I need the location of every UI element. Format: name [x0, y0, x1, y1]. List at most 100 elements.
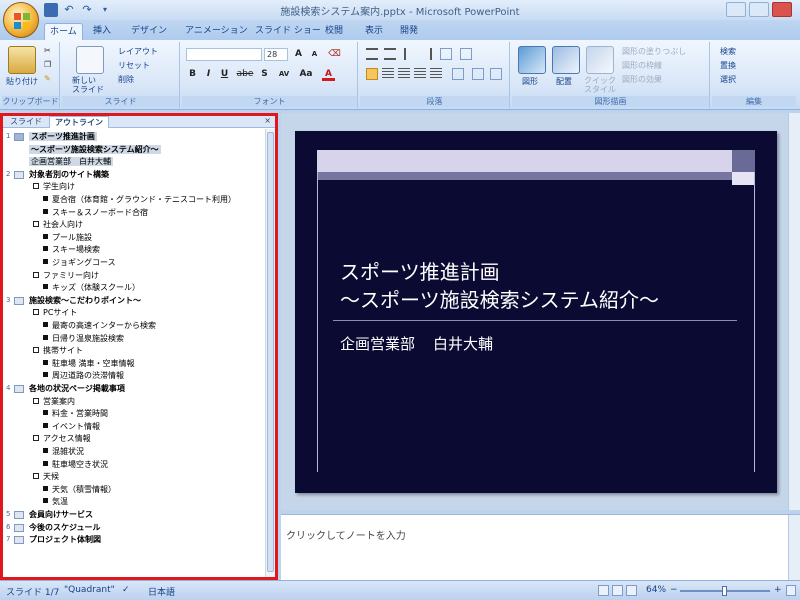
- outline-bullet-l2[interactable]: 駐車場空き状況: [43, 459, 108, 471]
- numbering-icon[interactable]: [384, 48, 396, 60]
- shapes-label[interactable]: 図形: [522, 76, 538, 87]
- slide-canvas[interactable]: スポーツ推進計画 ～スポーツ施設検索システム紹介～ 企画営業部 白井大輔: [295, 131, 777, 493]
- outline-slide-title[interactable]: 施設検索～こだわりポイント～: [29, 295, 141, 307]
- shape-outline-button[interactable]: 図形の枠線: [622, 60, 662, 71]
- tab-developer[interactable]: 開発: [395, 23, 423, 40]
- status-language[interactable]: 日本語: [148, 585, 175, 598]
- bold-button[interactable]: B: [186, 68, 199, 81]
- change-case-button[interactable]: Aa: [298, 68, 314, 81]
- shrink-font-button[interactable]: A: [308, 48, 321, 61]
- outline-slide-icon[interactable]: [14, 170, 24, 179]
- smartart-icon[interactable]: [490, 68, 502, 80]
- new-slide-label[interactable]: 新しい スライド: [72, 76, 104, 94]
- outline-slide-title[interactable]: プロジェクト体制図: [29, 534, 101, 546]
- zoom-level[interactable]: 64%: [646, 585, 666, 595]
- delete-button[interactable]: 削除: [118, 74, 134, 85]
- outline-slide-icon[interactable]: [14, 523, 24, 532]
- clear-format-icon[interactable]: ⌫: [328, 48, 341, 61]
- align-center-icon[interactable]: [382, 68, 394, 80]
- slideshow-view-button[interactable]: [626, 585, 637, 596]
- outline-slide-title[interactable]: 各地の状況ページ掲載事項: [29, 383, 125, 395]
- outline-slide-icon[interactable]: [14, 296, 24, 305]
- outline-bullet-l2[interactable]: 料金・営業時間: [43, 408, 108, 420]
- outline-bullet-l1[interactable]: 携帯サイト: [33, 345, 83, 357]
- bullets-icon[interactable]: [366, 48, 378, 60]
- text-direction-icon[interactable]: [452, 68, 464, 80]
- copy-icon[interactable]: ❐: [44, 60, 51, 69]
- outline-bullet-l1[interactable]: 社会人向け: [33, 219, 83, 231]
- outline-bullet-l2[interactable]: 最寄の高速インターから検索: [43, 320, 156, 332]
- outline-slide-icon[interactable]: [14, 133, 24, 141]
- shape-effects-button[interactable]: 図形の効果: [622, 74, 662, 85]
- close-panel-icon[interactable]: ×: [264, 116, 271, 125]
- outline-bullet-l1[interactable]: 営業案内: [33, 396, 75, 408]
- normal-view-button[interactable]: [598, 585, 609, 596]
- underline-button[interactable]: U: [218, 68, 231, 81]
- outline-slide-title[interactable]: スポーツ推進計画: [29, 131, 97, 143]
- justify-icon[interactable]: [414, 68, 426, 80]
- quick-styles-icon[interactable]: [586, 46, 614, 74]
- outline-bullet-l2[interactable]: 駐車場 満車・空車情報: [43, 358, 135, 370]
- tab-insert[interactable]: 挿入: [88, 23, 116, 40]
- outline-bullet-l2[interactable]: キッズ（体験スクール）: [43, 282, 140, 294]
- outline-bullet-l2[interactable]: スキー＆スノーボード合宿: [43, 207, 148, 219]
- outline-bullet-l2[interactable]: 日帰り温泉施設検索: [43, 333, 124, 345]
- font-color-button[interactable]: A: [322, 68, 335, 81]
- align-right-icon[interactable]: [398, 68, 410, 80]
- outline-slide-title[interactable]: 会員向けサービス: [29, 509, 93, 521]
- tab-view[interactable]: 表示: [360, 23, 388, 40]
- tab-slideshow[interactable]: スライド ショー: [250, 23, 326, 40]
- outline-slide-title[interactable]: 対象者別のサイト構築: [29, 169, 109, 181]
- outline-subtitle[interactable]: 企画営業部 白井大輔: [29, 156, 113, 168]
- line-spacing-icon[interactable]: [440, 48, 452, 60]
- outline-slide-icon[interactable]: [14, 536, 24, 545]
- cut-icon[interactable]: ✂: [44, 46, 51, 55]
- outline-slide-icon[interactable]: [14, 385, 24, 393]
- increase-indent-icon[interactable]: [420, 48, 432, 60]
- notes-pane[interactable]: クリックしてノートを入力: [281, 514, 800, 581]
- office-button[interactable]: [3, 2, 39, 38]
- reset-button[interactable]: リセット: [118, 60, 150, 71]
- shapes-icon[interactable]: [518, 46, 546, 74]
- distributed-icon[interactable]: [430, 68, 442, 80]
- outline-slide-icon[interactable]: [14, 511, 24, 519]
- zoom-out-button[interactable]: −: [670, 585, 678, 595]
- outline-list[interactable]: 1 スポーツ推進計画 ～スポーツ施設検索システム紹介～ 企画営業部 白井大輔 2 対象者別…: [3, 129, 265, 577]
- strikethrough-button[interactable]: abe: [236, 68, 254, 81]
- outline-bullet-l2[interactable]: 周辺道路の渋滞情報: [43, 370, 124, 382]
- outline-bullet-l2[interactable]: イベント情報: [43, 421, 100, 433]
- minimize-button[interactable]: [726, 2, 746, 17]
- columns-icon[interactable]: [460, 48, 472, 60]
- zoom-in-button[interactable]: +: [774, 585, 782, 595]
- outline-bullet-l2[interactable]: スキー場検索: [43, 244, 100, 256]
- outline-bullet-l2[interactable]: 気温: [43, 496, 68, 508]
- grow-font-button[interactable]: A: [292, 48, 305, 61]
- slide-scrollbar[interactable]: [788, 113, 800, 510]
- tab-home[interactable]: ホーム: [44, 23, 83, 40]
- format-painter-icon[interactable]: ✎: [44, 74, 51, 83]
- select-button[interactable]: 選択: [720, 74, 736, 85]
- tab-review[interactable]: 校閲: [320, 23, 348, 40]
- notes-scrollbar[interactable]: [788, 515, 800, 581]
- layout-button[interactable]: レイアウト: [118, 46, 158, 57]
- outline-scroll-thumb[interactable]: [267, 132, 274, 572]
- align-text-icon[interactable]: [472, 68, 484, 80]
- tab-animation[interactable]: アニメーション: [180, 23, 253, 40]
- paste-icon[interactable]: [8, 46, 36, 74]
- zoom-slider-knob[interactable]: [722, 586, 727, 596]
- shape-fill-button[interactable]: 図形の塗りつぶし: [622, 46, 686, 57]
- maximize-button[interactable]: [749, 2, 769, 17]
- slide-title[interactable]: スポーツ推進計画 ～スポーツ施設検索システム紹介～: [340, 258, 740, 314]
- close-button[interactable]: [772, 2, 792, 17]
- outline-bullet-l1[interactable]: アクセス情報: [33, 433, 91, 445]
- slide-subtitle[interactable]: 企画営業部 白井大輔: [340, 333, 493, 354]
- outline-scrollbar[interactable]: [265, 129, 275, 577]
- arrange-label[interactable]: 配置: [556, 76, 572, 87]
- spellcheck-icon[interactable]: ✓: [122, 585, 130, 595]
- shadow-button[interactable]: S: [258, 68, 271, 81]
- outline-bullet-l2[interactable]: 夏合宿（体育館・グラウンド・テニスコート利用）: [43, 194, 236, 206]
- decrease-indent-icon[interactable]: [404, 48, 416, 60]
- char-spacing-button[interactable]: AV: [276, 68, 292, 81]
- fit-to-window-button[interactable]: [786, 585, 796, 596]
- outline-bullet-l1[interactable]: ファミリー向け: [33, 270, 99, 282]
